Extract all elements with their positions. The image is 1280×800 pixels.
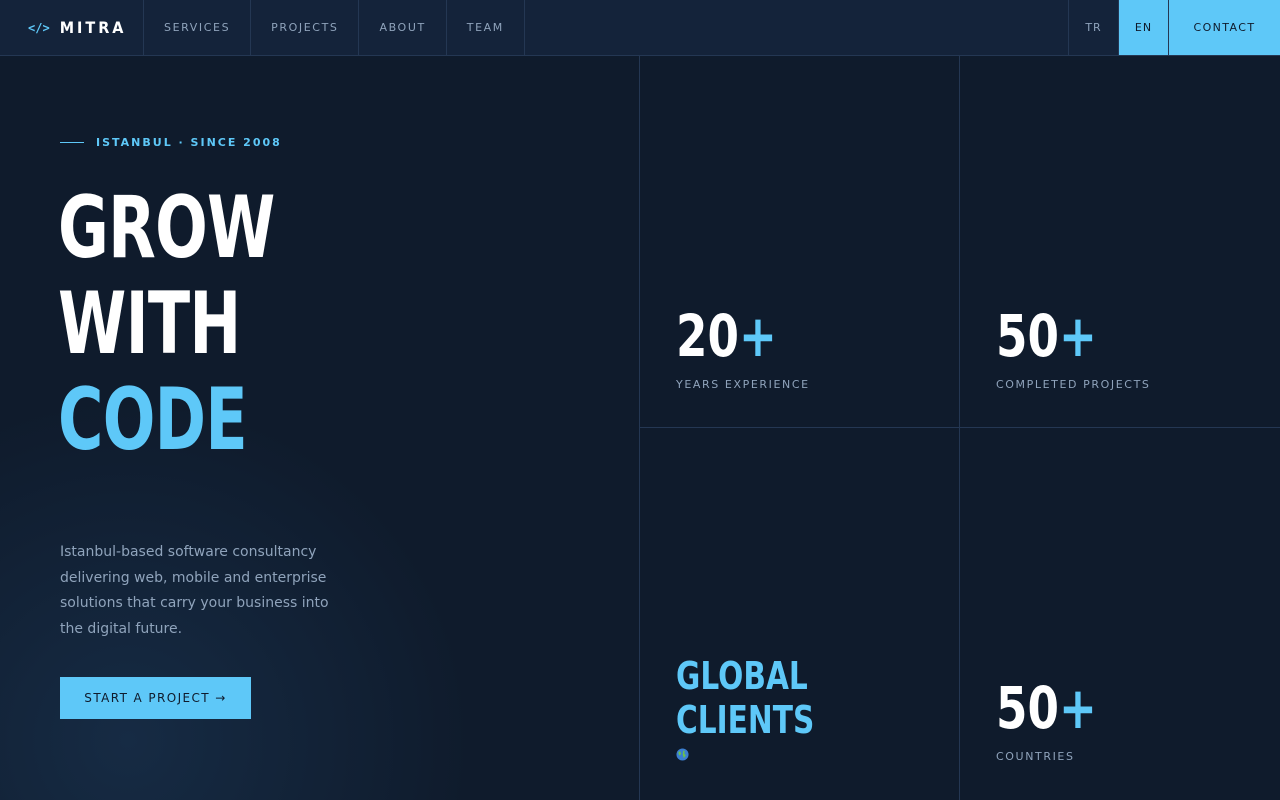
hero-section: ISTANBUL · SINCE 2008 GROW WITH CODE Ist… [0, 56, 640, 800]
eyebrow-line [60, 142, 84, 143]
stat-label: COUNTRIES [996, 750, 1075, 763]
stat-value: 20+ [676, 302, 777, 370]
lang-tr-button[interactable]: TR [1068, 0, 1118, 55]
stat-countries: 50+ COUNTRIES [960, 428, 1280, 800]
nav-link-team[interactable]: TEAM [447, 0, 525, 55]
global-clients-title: GLOBAL CLIENTS [676, 654, 815, 742]
brand-logo[interactable]: </> MITRA [0, 0, 144, 55]
globe-icon [676, 748, 689, 761]
eyebrow-text: ISTANBUL · SINCE 2008 [96, 136, 282, 149]
nav-link-services[interactable]: SERVICES [144, 0, 252, 55]
lang-en-button[interactable]: EN [1118, 0, 1168, 55]
stat-value: 50+ [996, 674, 1097, 742]
hero-headline: GROW WITH CODE [58, 180, 275, 468]
stat-completed-projects: 50+ COMPLETED PROJECTS [960, 56, 1280, 428]
headline-line-2: WITH [58, 274, 241, 374]
contact-button[interactable]: CONTACT [1168, 0, 1280, 55]
hero-description: Istanbul-based software consultancy deli… [60, 544, 329, 637]
headline-line-1: GROW [58, 178, 275, 278]
stats-grid: 20+ YEARS EXPERIENCE 50+ COMPLETED PROJE… [639, 56, 1280, 800]
nav-link-projects[interactable]: PROJECTS [251, 0, 360, 55]
headline-line-3: CODE [58, 370, 248, 470]
stat-label: YEARS EXPERIENCE [676, 378, 810, 391]
nav-link-about[interactable]: ABOUT [359, 0, 447, 55]
stat-years-experience: 20+ YEARS EXPERIENCE [640, 56, 960, 428]
brand-name: MITRA [59, 18, 127, 37]
hero-eyebrow: ISTANBUL · SINCE 2008 [60, 136, 282, 149]
start-project-button[interactable]: START A PROJECT → [60, 677, 251, 719]
stat-global-clients: GLOBAL CLIENTS [640, 428, 960, 800]
stat-label: COMPLETED PROJECTS [996, 378, 1151, 391]
code-icon: </> [28, 20, 50, 35]
top-navigation: </> MITRA SERVICES PROJECTS ABOUT TEAM T… [0, 0, 1280, 56]
stat-value: 50+ [996, 302, 1097, 370]
